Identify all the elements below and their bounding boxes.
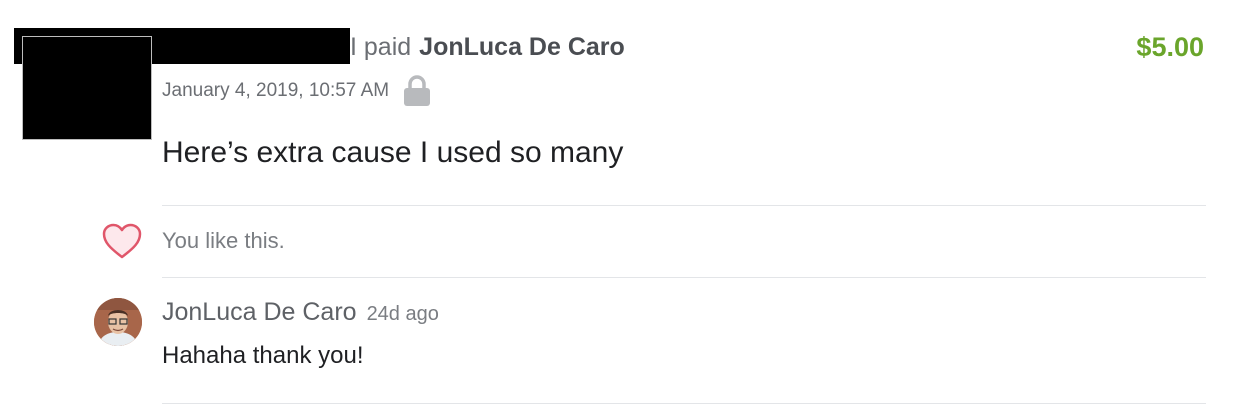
transaction-header: I paid JonLuca De Caro <box>350 28 625 66</box>
transaction-note: Here’s extra cause I used so many <box>162 136 624 169</box>
comment-body: Hahaha thank you! <box>162 342 364 369</box>
like-text: You like this. <box>162 228 285 253</box>
transaction-amount: $5.00 <box>1136 31 1204 62</box>
divider <box>162 205 1206 206</box>
avatar[interactable] <box>94 298 142 346</box>
transaction-date: January 4, 2019, 10:57 AM <box>162 80 390 101</box>
lock-icon[interactable] <box>403 75 431 107</box>
divider <box>162 403 1206 404</box>
divider <box>162 277 1206 278</box>
heart-icon[interactable] <box>100 221 144 261</box>
comment-time: 24d ago <box>366 303 439 325</box>
payee-name[interactable]: JonLuca De Caro <box>419 33 625 62</box>
comment-header: JonLuca De Caro 24d ago <box>162 298 439 332</box>
transaction-meta: January 4, 2019, 10:57 AM <box>162 74 431 108</box>
comment-author[interactable]: JonLuca De Caro <box>162 298 357 327</box>
sender-avatar-redacted <box>22 36 152 140</box>
like-row: You like this. <box>100 218 285 264</box>
action-text: I paid <box>350 32 412 61</box>
